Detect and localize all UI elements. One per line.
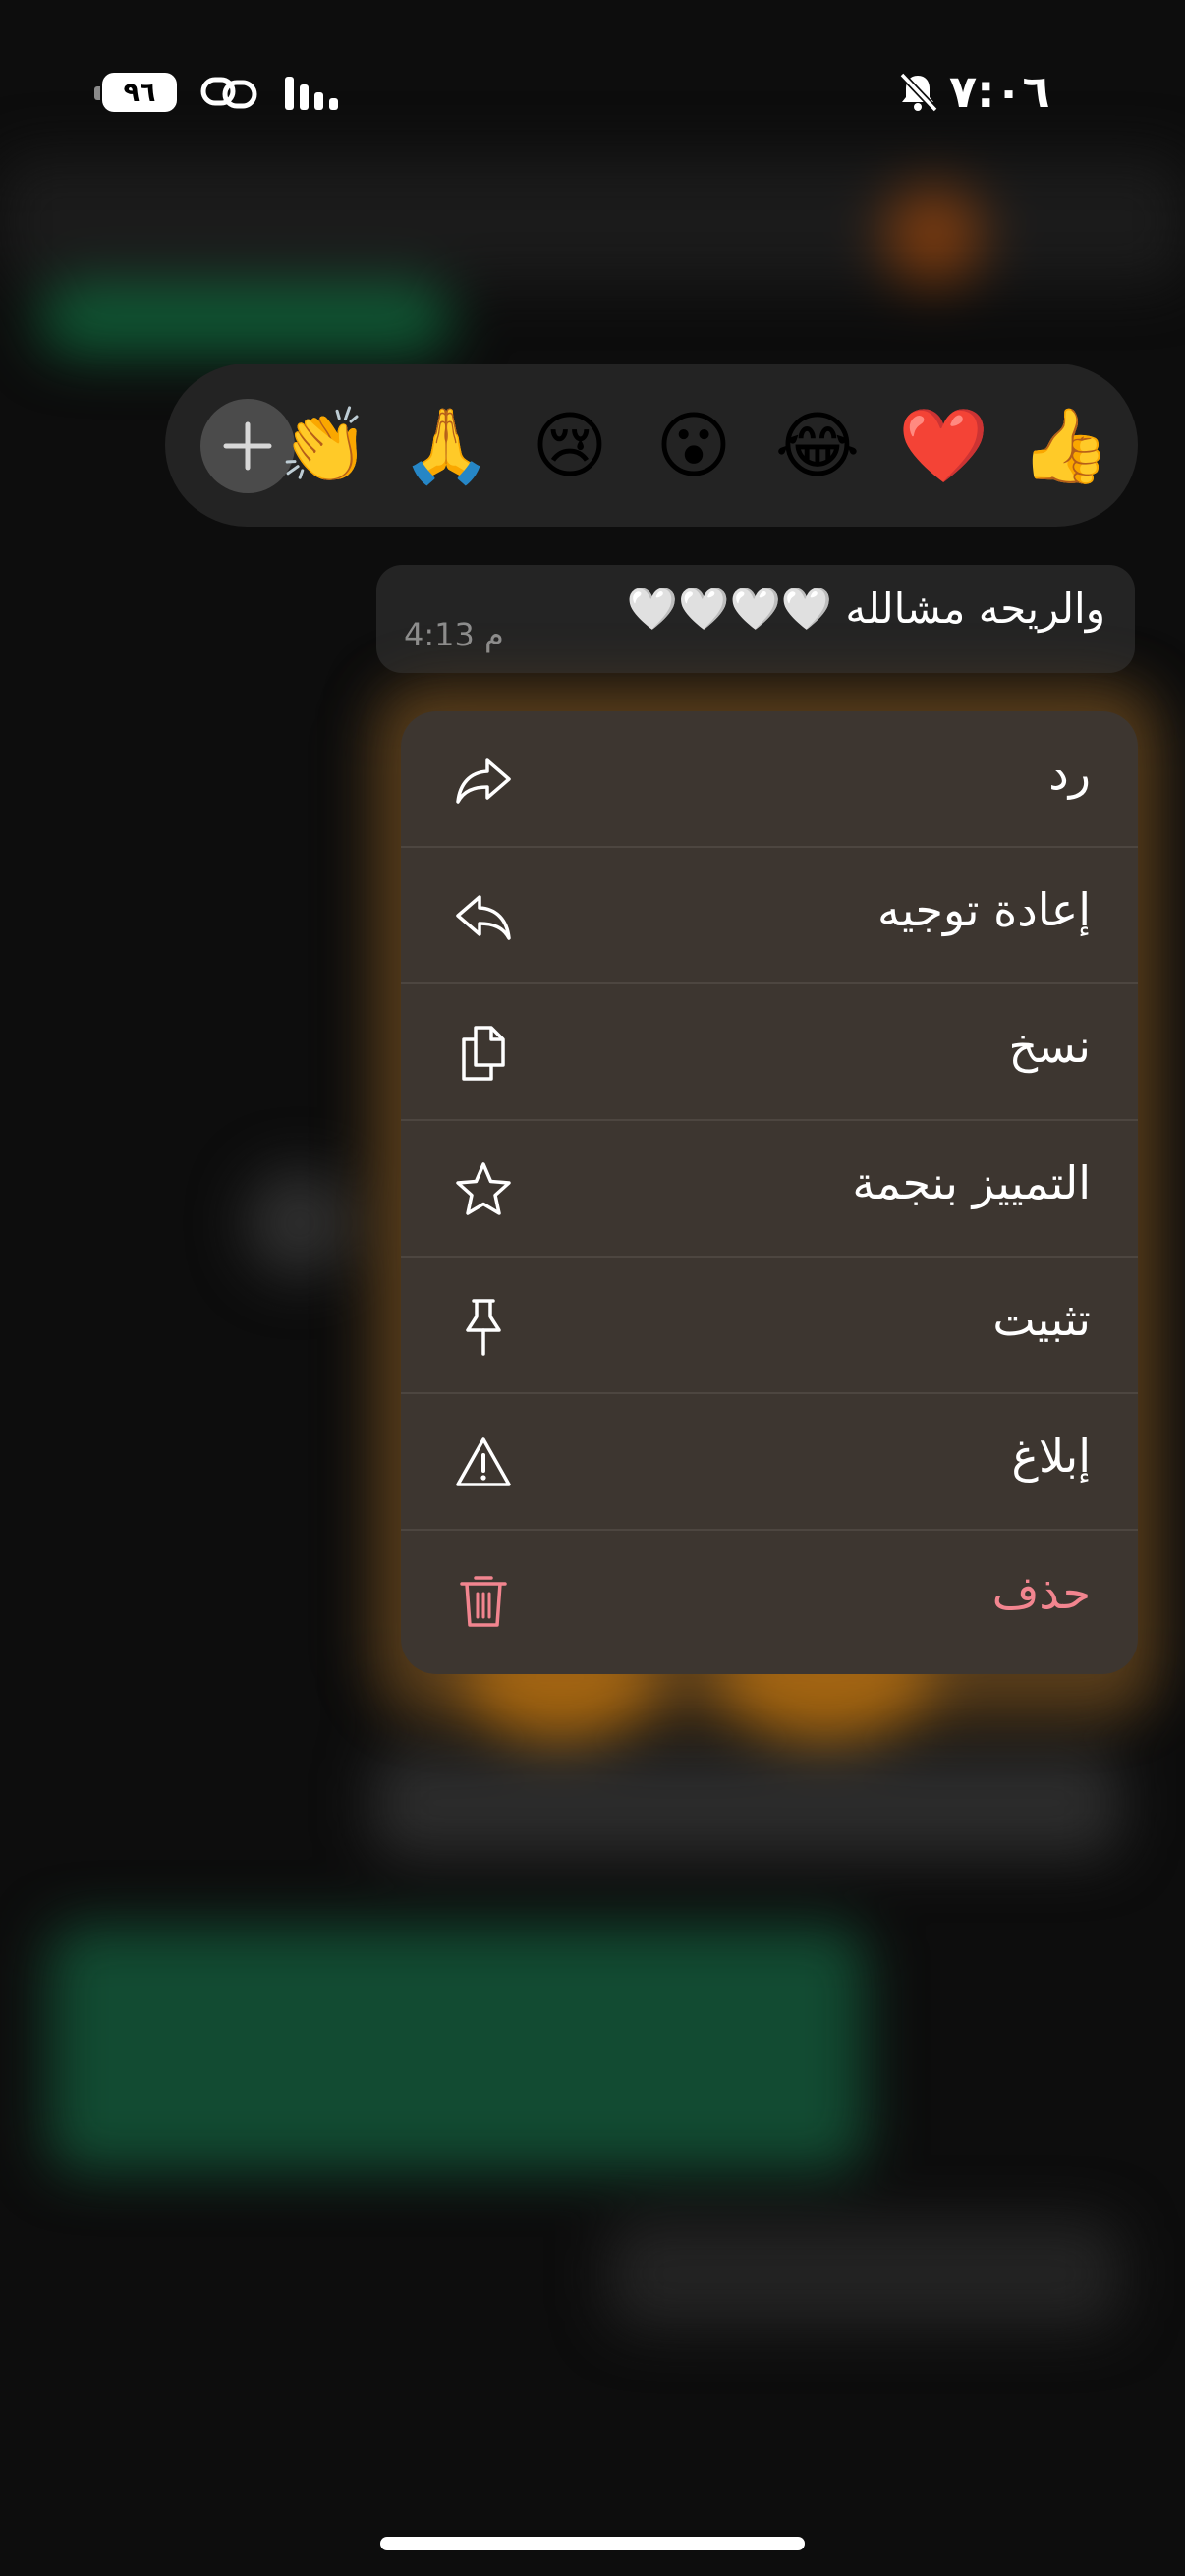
blurred-incoming-bubble — [609, 2220, 1120, 2328]
menu-item-label: التمييز بنجمة — [852, 1156, 1091, 1209]
forward-icon — [456, 895, 511, 940]
pin-icon — [466, 1299, 501, 1356]
menu-item-pin[interactable]: تثبيت — [401, 1258, 1138, 1394]
menu-item-label: رد — [1048, 747, 1091, 800]
menu-item-forward[interactable]: إعادة توجيه — [401, 848, 1138, 984]
reaction-heart[interactable]: ❤️ — [898, 406, 988, 486]
menu-item-copy[interactable]: نسخ — [401, 984, 1138, 1121]
clock: ٧:٠٦ — [949, 65, 1050, 118]
signal-icon — [285, 77, 338, 110]
menu-item-reply[interactable]: رد — [401, 711, 1138, 848]
menu-item-label: تثبيت — [992, 1293, 1091, 1346]
blurred-outgoing-bubble — [39, 285, 452, 354]
blurred-circle — [246, 1169, 354, 1277]
battery-tip — [94, 86, 100, 100]
warning-icon — [456, 1437, 511, 1486]
plus-icon — [223, 421, 272, 471]
star-icon — [456, 1162, 511, 1215]
message-timestamp: 4:13 م — [404, 616, 504, 653]
bell-slash-icon — [899, 72, 938, 113]
battery-indicator: ٩٦ — [102, 73, 177, 112]
blurred-outgoing-bubble — [49, 1926, 865, 2171]
trash-icon — [460, 1576, 507, 1627]
reaction-cry[interactable]: 😢 — [527, 406, 613, 486]
menu-item-report[interactable]: إبلاغ — [401, 1394, 1138, 1531]
context-menu: رد إعادة توجيه نسخ التمييز بنجمة تثبيت إ… — [401, 711, 1138, 1674]
screen: ٩٦ ٧:٠٦ 👏 🙏 😢 😮 😂 ❤️ 👍 والريحه مشالله 🤍🤍… — [0, 0, 1185, 2576]
reaction-thumbs-up[interactable]: 👍 — [1020, 406, 1110, 486]
status-bar: ٩٦ ٧:٠٦ — [0, 61, 1185, 130]
home-indicator[interactable] — [380, 2537, 805, 2550]
reaction-clap[interactable]: 👏 — [279, 406, 369, 486]
menu-item-label: حذف — [991, 1566, 1091, 1619]
blurred-header — [0, 157, 1185, 285]
blurred-incoming-bubble — [373, 1749, 1120, 1857]
menu-item-label: إعادة توجيه — [877, 883, 1091, 936]
menu-item-label: إبلاغ — [1011, 1429, 1091, 1483]
reply-icon — [456, 758, 511, 804]
message-text: والريحه مشالله 🤍🤍🤍🤍 — [626, 585, 1105, 633]
copy-icon — [462, 1026, 505, 1081]
reaction-pray[interactable]: 🙏 — [401, 406, 491, 486]
reaction-wow[interactable]: 😮 — [650, 406, 737, 486]
blurred-avatar — [884, 187, 983, 285]
reaction-laugh[interactable]: 😂 — [774, 406, 861, 486]
menu-item-label: نسخ — [1008, 1020, 1091, 1073]
reaction-bar: 👏 🙏 😢 😮 😂 ❤️ 👍 — [165, 364, 1138, 527]
selected-message-bubble: والريحه مشالله 🤍🤍🤍🤍 4:13 م — [376, 565, 1135, 673]
link-icon — [200, 77, 257, 109]
menu-item-delete[interactable]: حذف — [401, 1531, 1138, 1667]
menu-item-star[interactable]: التمييز بنجمة — [401, 1121, 1138, 1258]
